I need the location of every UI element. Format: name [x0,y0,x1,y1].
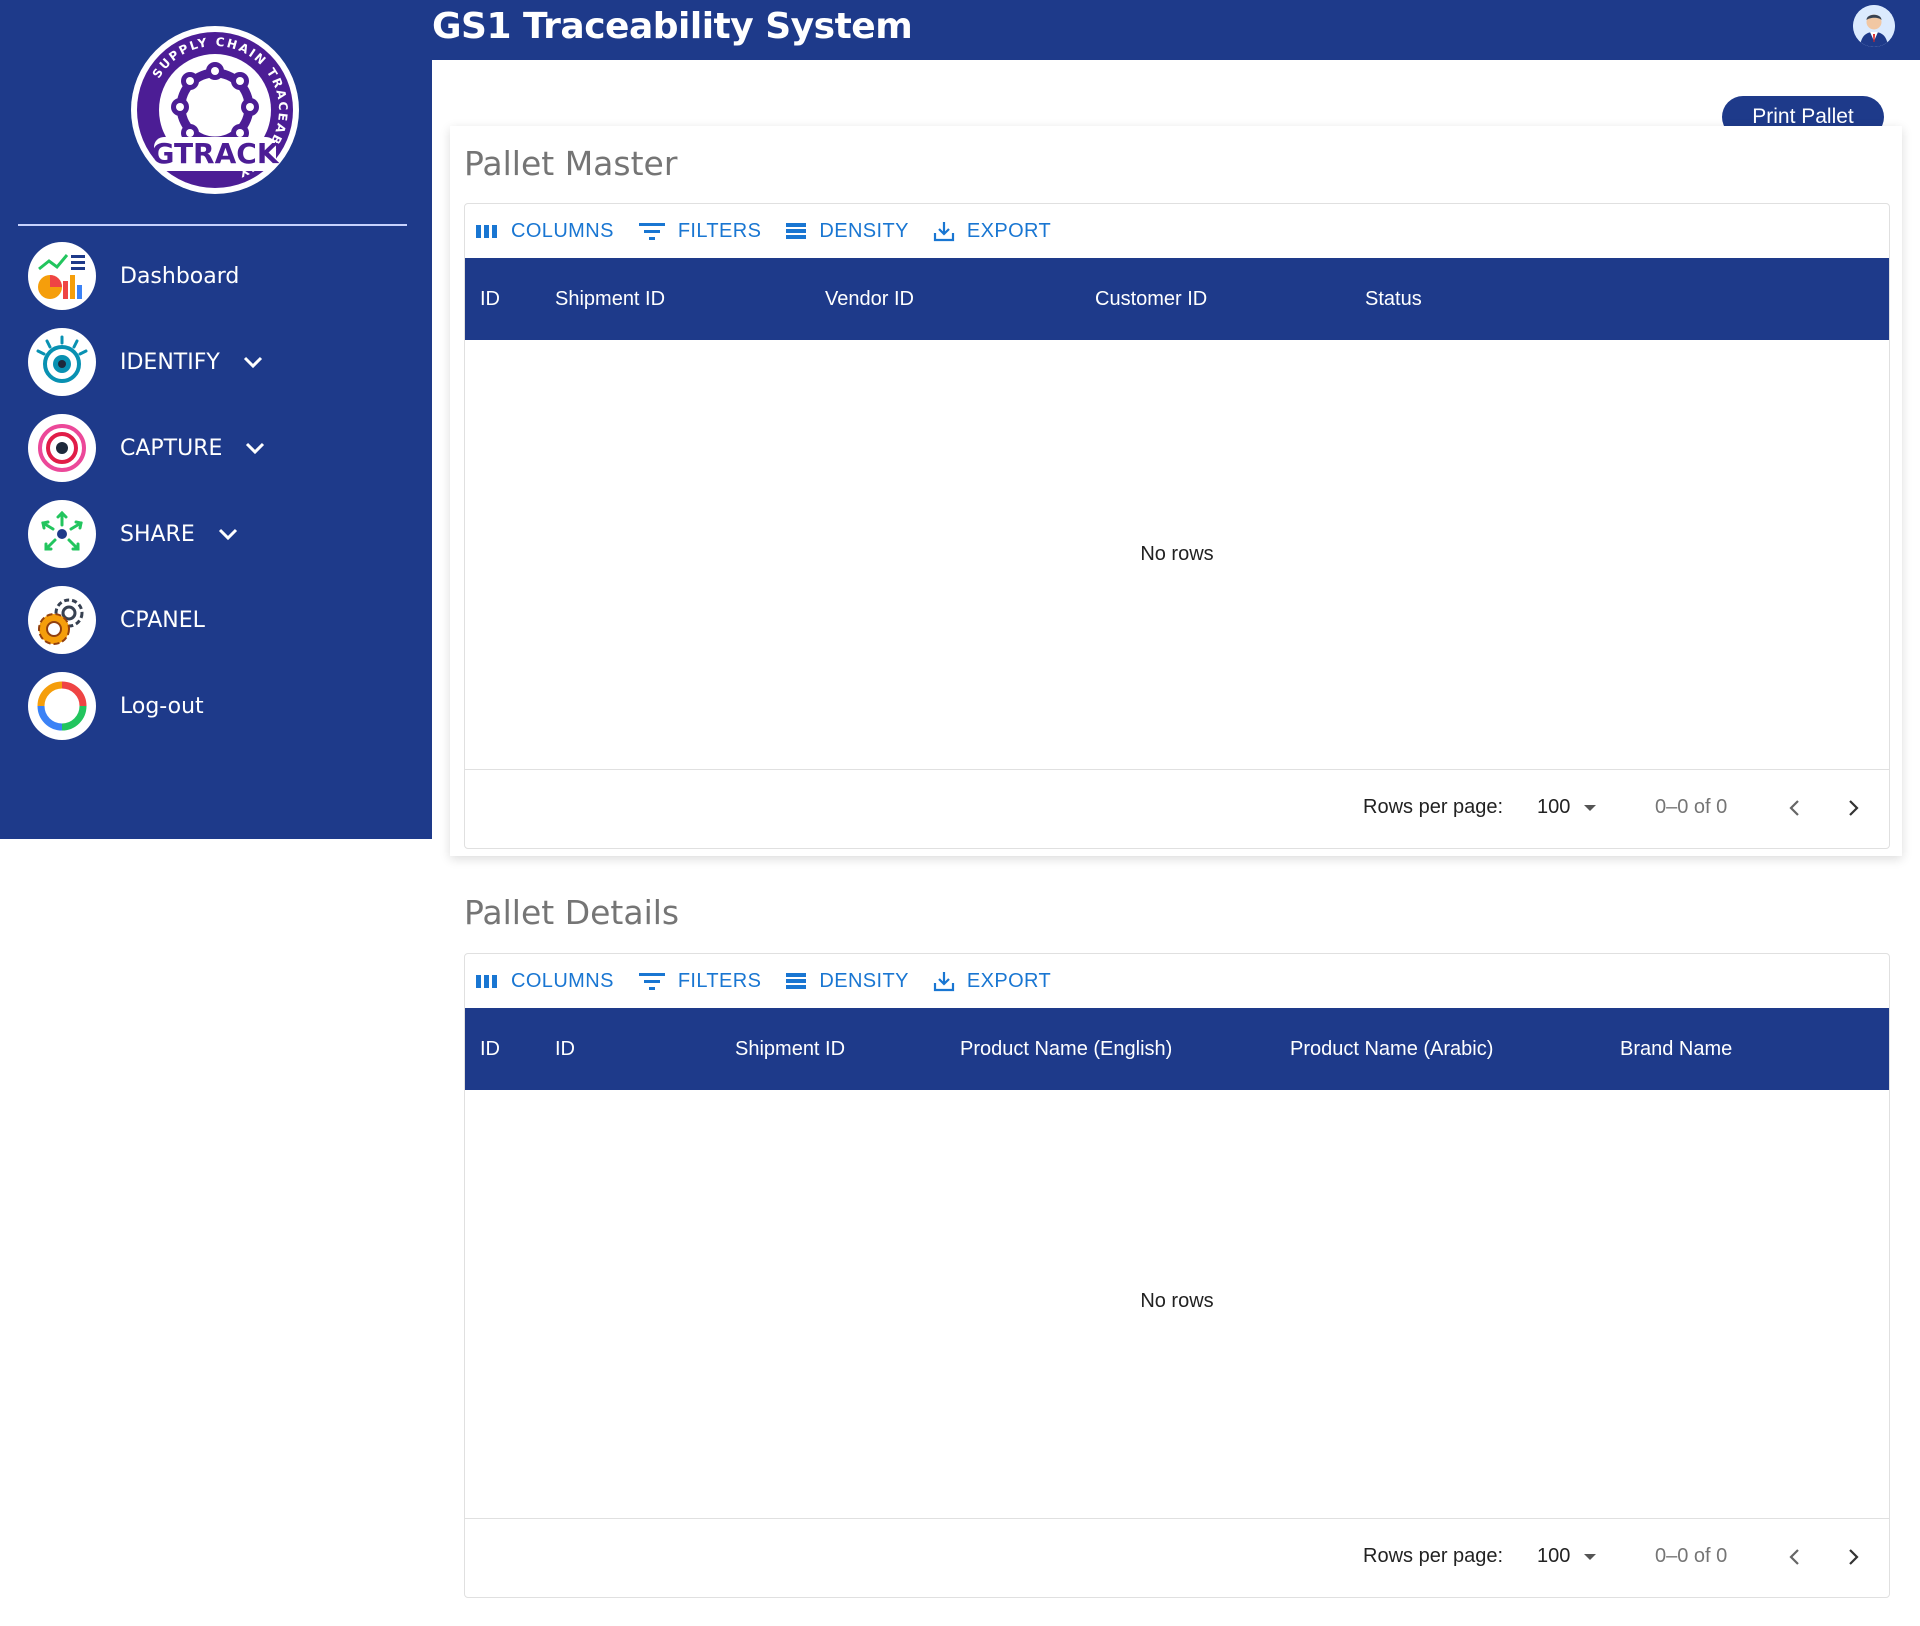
columns-icon [476,225,497,238]
column-header-shipment-id[interactable]: Shipment ID [735,1008,845,1090]
sidebar-item-share[interactable]: SHARE [28,499,408,569]
density-button[interactable]: DENSITY [785,220,908,243]
column-header-status[interactable]: Status [1365,258,1422,340]
pallet-details-title: Pallet Details [464,893,680,932]
caret-down-icon [1584,805,1597,811]
pallet-details-grid: COLUMNS FILTERS DENSITY EXPORT ID ID Shi… [464,953,1890,1598]
export-button[interactable]: EXPORT [933,970,1051,993]
sidebar-item-label: Dashboard [120,263,240,289]
columns-button[interactable]: COLUMNS [475,970,614,993]
rows-per-page-select[interactable]: 100 [1537,792,1601,822]
chevron-right-icon [1849,800,1859,816]
pagination-range: 0–0 of 0 [1655,1545,1728,1567]
empty-state: No rows [1140,1290,1214,1312]
export-button[interactable]: EXPORT [933,220,1051,243]
download-icon [933,222,954,242]
column-header-brand-name[interactable]: Brand Name [1620,1008,1732,1090]
previous-page-button[interactable] [1777,790,1813,826]
filters-label: FILTERS [677,969,762,992]
app-title: GS1 Traceability System [432,6,913,47]
next-page-button[interactable] [1835,1539,1871,1575]
grid-footer: Rows per page: 100 0–0 of 0 [465,1518,1889,1597]
rows-per-page-select[interactable]: 100 [1537,1541,1601,1571]
caret-down-icon [1584,1554,1597,1560]
export-label: EXPORT [966,219,1052,242]
sidebar-item-label: IDENTIFY [120,349,220,375]
target-icon [28,414,96,482]
sidebar-item-cpanel[interactable]: CPANEL [28,585,408,655]
chevron-left-icon [1789,1549,1799,1565]
rows-per-page-label: Rows per page: [1363,796,1504,818]
logout-icon [28,672,96,740]
dashboard-icon [28,242,96,310]
sidebar-item-dashboard[interactable]: Dashboard [28,241,408,311]
filter-icon [638,223,665,240]
sidebar-item-capture[interactable]: CAPTURE [28,413,408,483]
rows-per-page-label: Rows per page: [1363,1545,1504,1567]
gear-icon [28,586,96,654]
column-header-shipment-id[interactable]: Shipment ID [555,258,665,340]
column-header-id[interactable]: ID [480,1008,500,1090]
logo-text: GTRACK [151,137,279,170]
columns-icon [476,975,497,988]
columns-label: COLUMNS [511,969,614,992]
rows-per-page-value: 100 [1537,1544,1571,1567]
grid-toolbar: COLUMNS FILTERS DENSITY EXPORT [465,204,1889,258]
previous-page-button[interactable] [1777,1539,1813,1575]
column-header-product-name-english[interactable]: Product Name (English) [960,1008,1172,1090]
download-icon [933,972,954,992]
gtrack-logo[interactable]: SUPPLY CHAIN TRACEABILITY GTRACK [130,25,300,195]
grid-header: ID Shipment ID Vendor ID Customer ID Sta… [465,258,1889,340]
sidebar-item-identify[interactable]: IDENTIFY [28,327,408,397]
sidebar-divider [18,224,407,226]
chevron-right-icon [1849,1549,1859,1565]
sidebar-item-logout[interactable]: Log-out [28,671,408,741]
chevron-down-icon[interactable] [244,437,266,459]
column-header-customer-id[interactable]: Customer ID [1095,258,1207,340]
user-avatar[interactable] [1853,5,1895,47]
chevron-down-icon[interactable] [242,351,264,373]
grid-header: ID ID Shipment ID Product Name (English)… [465,1008,1889,1090]
sidebar-item-label: SHARE [120,521,195,547]
empty-state: No rows [1140,543,1214,565]
rows-per-page-value: 100 [1537,795,1571,818]
density-button[interactable]: DENSITY [785,970,908,993]
columns-label: COLUMNS [511,219,614,242]
export-label: EXPORT [966,969,1052,992]
grid-footer: Rows per page: 100 0–0 of 0 [465,769,1889,848]
columns-button[interactable]: COLUMNS [475,220,614,243]
column-header-product-name-arabic[interactable]: Product Name (Arabic) [1290,1008,1493,1090]
pallet-master-grid: COLUMNS FILTERS DENSITY EXPORT ID Shipme… [464,203,1890,849]
density-icon [786,973,807,989]
filter-icon [638,973,665,990]
column-header-vendor-id[interactable]: Vendor ID [825,258,914,340]
pallet-master-title: Pallet Master [464,144,678,183]
sidebar-item-label: CAPTURE [120,435,223,461]
filters-button[interactable]: FILTERS [638,220,762,243]
pagination-range: 0–0 of 0 [1655,796,1728,818]
filters-button[interactable]: FILTERS [638,970,762,993]
sidebar-item-label: Log-out [120,693,204,719]
next-page-button[interactable] [1835,790,1871,826]
chevron-down-icon[interactable] [217,523,239,545]
grid-toolbar: COLUMNS FILTERS DENSITY EXPORT [465,954,1889,1008]
density-label: DENSITY [819,219,909,242]
density-label: DENSITY [819,969,909,992]
chevron-left-icon [1789,800,1799,816]
sidebar: SUPPLY CHAIN TRACEABILITY GTRACK [0,0,432,839]
user-avatar-icon [1853,5,1895,47]
eye-icon [28,328,96,396]
share-icon [28,500,96,568]
sidebar-item-label: CPANEL [120,607,205,633]
column-header-id[interactable]: ID [480,258,500,340]
column-header-id-2[interactable]: ID [555,1008,575,1090]
density-icon [786,223,807,239]
filters-label: FILTERS [677,219,762,242]
